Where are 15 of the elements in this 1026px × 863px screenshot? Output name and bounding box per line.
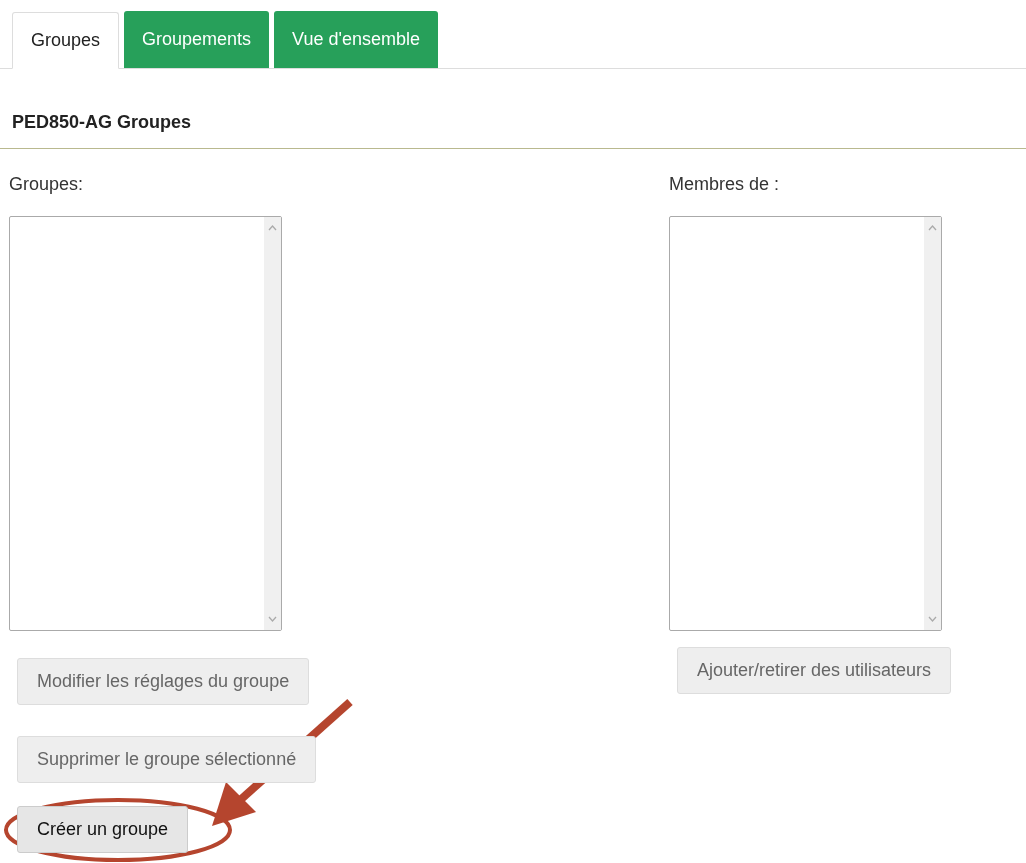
tab[interactable]: Groupes xyxy=(12,12,120,69)
section-heading: PED850-AG Groupes xyxy=(12,111,193,134)
scrollbar[interactable] xyxy=(264,217,281,630)
list-label: Groupes: xyxy=(9,173,84,196)
action-button[interactable]: Créer un groupe xyxy=(17,806,189,853)
list-box[interactable] xyxy=(9,216,282,631)
scroll-down-icon[interactable] xyxy=(928,616,937,622)
list-box[interactable] xyxy=(669,216,942,631)
scroll-up-icon[interactable] xyxy=(928,225,937,231)
scroll-down-icon[interactable] xyxy=(268,616,277,622)
scrollbar[interactable] xyxy=(924,217,941,630)
tab[interactable]: Vue d'ensemble xyxy=(274,11,438,68)
scroll-up-icon[interactable] xyxy=(268,225,277,231)
tab[interactable]: Groupements xyxy=(124,11,270,68)
list-label: Membres de : xyxy=(669,173,780,196)
